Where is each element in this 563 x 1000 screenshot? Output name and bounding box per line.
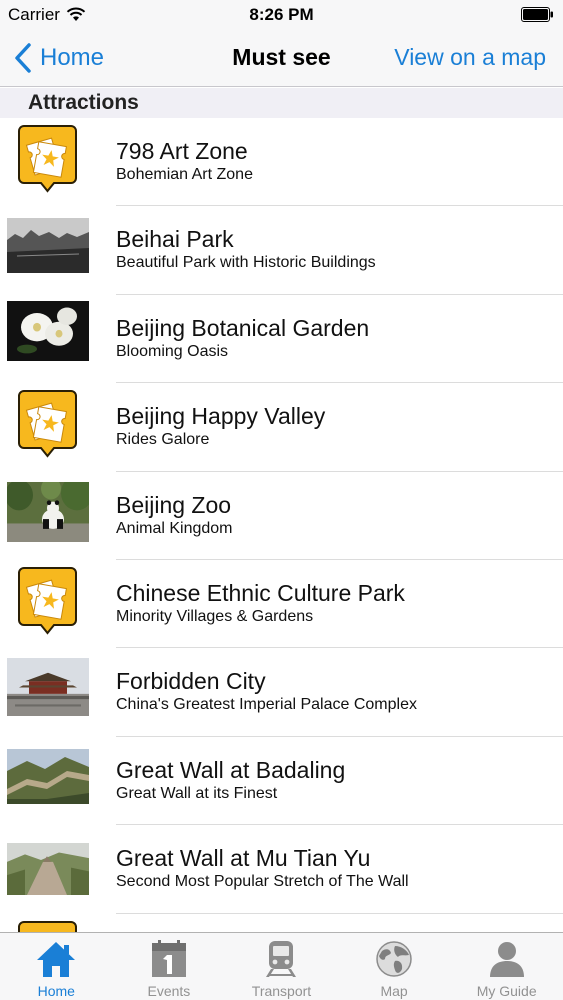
tab-home[interactable]: Home [0, 933, 113, 1000]
row-title: Beijing Botanical Garden [116, 314, 370, 341]
list-item[interactable]: 798 Art Zone Bohemian Art Zone [0, 118, 563, 207]
row-title: Great Wall at Mu Tian Yu [116, 845, 371, 872]
row-subtitle: Rides Galore [116, 431, 210, 449]
section-title: Attractions [28, 91, 139, 114]
row-title: Beijing Zoo [116, 491, 232, 518]
row-subtitle: Bohemian Art Zone [116, 166, 253, 183]
tab-my-guide[interactable]: My Guide [450, 933, 563, 1000]
tab-transport[interactable]: Transport [225, 933, 338, 1000]
row-title: Beihai Park [116, 226, 234, 253]
back-button-label: Home [40, 44, 105, 71]
tab-home-label: Home [37, 983, 75, 999]
home-icon [37, 942, 76, 977]
section-header: Attractions [0, 88, 563, 118]
tab-events[interactable]: Events [113, 933, 226, 1000]
row-subtitle: Minority Villages & Gardens [116, 607, 314, 625]
tab-events-label: Events [147, 983, 191, 999]
list-item[interactable]: Beijing Zoo Animal Kingdom [0, 472, 563, 560]
row-title: Chinese Ethnic Culture Park [116, 579, 405, 606]
row-subtitle: Second Most Popular Stretch of The Wall [116, 873, 409, 891]
tab-my-guide-label: My Guide [476, 983, 537, 999]
row-title: Beijing Happy Valley [116, 403, 326, 430]
row-title: Forbidden City [116, 668, 266, 695]
row-subtitle: Beautiful Park with Historic Buildings [116, 254, 376, 272]
list-item[interactable]: Great Wall at Mu Tian Yu Second Most Pop… [0, 825, 563, 914]
badaling-photo [7, 748, 89, 804]
train-icon [266, 941, 297, 977]
back-button[interactable]: Home [14, 42, 104, 74]
status-time: 8:26 PM [249, 5, 314, 24]
tab-map[interactable]: Map [338, 933, 451, 1000]
navigation-bar: Home Must see View on a map [0, 30, 563, 87]
mutianyu-photo [7, 843, 89, 896]
tab-transport-label: Transport [251, 983, 312, 999]
status-bar: Carrier 8:26 PM [0, 0, 563, 30]
forbidden-city-photo [7, 658, 89, 717]
battery-icon [521, 7, 553, 22]
list-item[interactable]: Beijing Happy Valley Rides Galore [0, 383, 563, 472]
row-title: Great Wall at Badaling [116, 756, 346, 783]
tab-bar: Home Events Transport Map My Guide [0, 932, 563, 1000]
list-item[interactable]: Beijing Botanical Garden Blooming Oasis [0, 295, 563, 384]
row-subtitle: Blooming Oasis [116, 342, 229, 360]
row-subtitle: Animal Kingdom [116, 519, 233, 537]
list-item[interactable]: Forbidden City China's Greatest Imperial… [0, 648, 563, 737]
list-item[interactable]: Chinese Ethnic Culture Park Minority Vil… [0, 560, 563, 649]
list-item[interactable]: Great Wall at Badaling Great Wall at its… [0, 737, 563, 826]
list-item[interactable]: Beihai Park Beautiful Park with Historic… [0, 206, 563, 295]
beijing-zoo-photo [7, 481, 89, 542]
ticket-badge-icon [18, 566, 77, 635]
row-subtitle: China's Greatest Imperial Palace Complex [116, 696, 417, 714]
ticket-badge-icon [18, 125, 77, 193]
botanical-garden-photo [7, 300, 89, 361]
tab-map-label: Map [380, 983, 408, 999]
chevron-left-icon [15, 43, 31, 73]
globe-icon [376, 941, 412, 977]
calendar-icon [151, 940, 186, 977]
view-on-map-button[interactable]: View on a map [394, 44, 546, 71]
row-subtitle: Great Wall at its Finest [116, 784, 278, 802]
ticket-badge-icon [18, 390, 77, 458]
person-icon [489, 942, 524, 977]
row-title: 798 Art Zone [116, 138, 248, 164]
attractions-list: 798 Art Zone Bohemian Art Zone Beihai Pa… [0, 118, 563, 1000]
beihai-park-photo [7, 218, 89, 274]
